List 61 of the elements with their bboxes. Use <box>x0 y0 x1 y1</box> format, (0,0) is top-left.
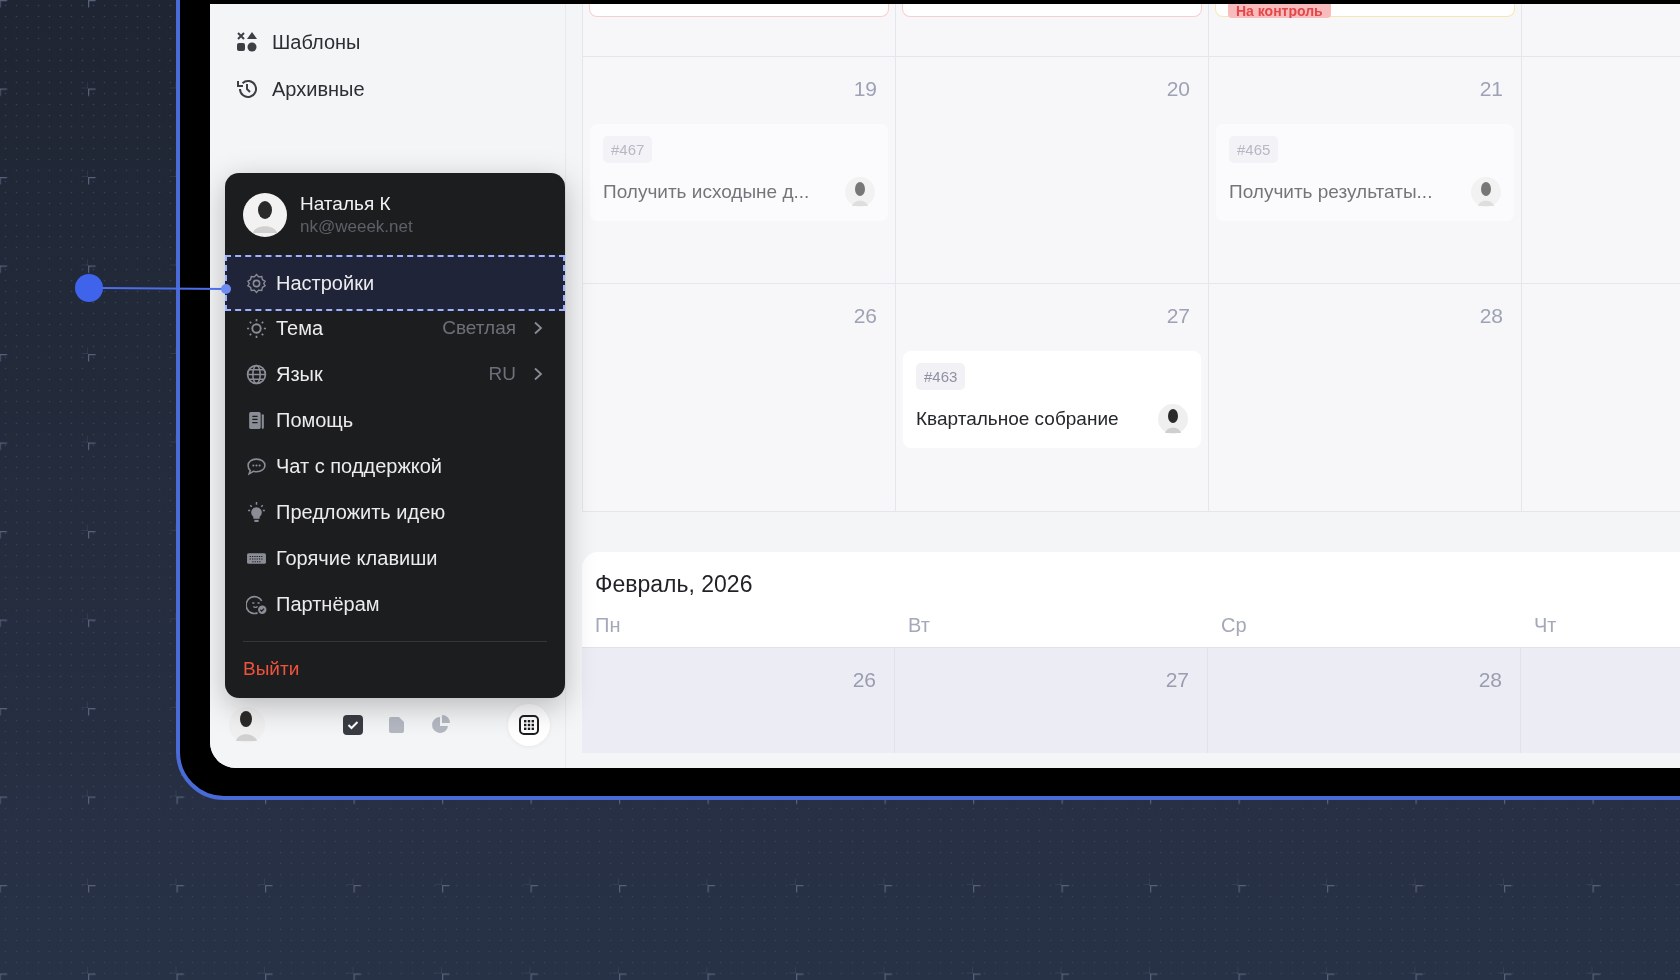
sidebar-item[interactable]: Архивные <box>236 73 565 105</box>
pie-chart-icon[interactable] <box>431 715 451 735</box>
day-number: 28 <box>1478 668 1502 691</box>
tasks-icon[interactable] <box>343 715 363 735</box>
day-number: 20 <box>1165 76 1191 102</box>
shapes-icon <box>236 31 258 53</box>
menu-item[interactable]: Язык RU <box>225 351 565 397</box>
menu-item[interactable]: Партнёрам <box>225 581 565 627</box>
partner-icon <box>246 593 267 615</box>
status-badge: На контроль <box>1228 4 1331 18</box>
task-card[interactable]: #465 Получить результаты... <box>1216 124 1514 221</box>
weekday-label: Ср <box>1221 614 1248 637</box>
task-number: #465 <box>1229 136 1279 163</box>
task-title: Получить результаты... <box>1229 181 1434 203</box>
avatar-icon <box>243 193 287 237</box>
day-number: 19 <box>852 76 878 102</box>
menu-item[interactable]: Предложить идею <box>225 489 565 535</box>
sun-icon <box>246 317 267 339</box>
menu-item-value: Светлая <box>442 317 516 339</box>
weekday-label: Чт <box>1534 614 1558 637</box>
task-number: #467 <box>603 136 653 163</box>
logout-item[interactable]: Выйти <box>225 654 565 690</box>
task-card[interactable]: #467 Получить исходыне д... <box>590 124 888 221</box>
menu-item[interactable]: Помощь <box>225 397 565 443</box>
task-card[interactable]: #463 Квартальное собрание <box>903 351 1201 448</box>
day-number: 26 <box>852 303 878 329</box>
chevron-right-icon <box>533 367 543 381</box>
menu-item[interactable]: Горячие клавиши <box>225 535 565 581</box>
sidebar-item[interactable]: Шаблоны <box>236 26 565 58</box>
chevron-right-icon <box>533 321 543 335</box>
user-email: nk@weeek.net <box>300 217 413 237</box>
menu-item[interactable]: Настройки <box>225 255 565 311</box>
history-icon <box>236 78 258 100</box>
grid-icon <box>519 715 539 735</box>
globe-icon <box>246 363 267 385</box>
apps-button[interactable] <box>508 704 550 746</box>
day-number: 28 <box>1478 303 1504 329</box>
task-title: Квартальное собрание <box>916 408 1120 430</box>
day-number: 27 <box>1165 668 1189 691</box>
file-icon[interactable] <box>387 715 407 735</box>
lightbulb-icon <box>246 501 267 523</box>
day-number: 27 <box>1165 303 1191 329</box>
avatar-icon <box>1471 177 1501 207</box>
weekday-label: Пн <box>595 614 622 637</box>
document-icon <box>246 409 267 431</box>
avatar-icon[interactable] <box>229 707 265 743</box>
month-title: Февраль, 2026 <box>594 570 754 599</box>
task-card[interactable] <box>902 4 1202 17</box>
task-number: #463 <box>916 363 966 390</box>
weekday-label: Вт <box>908 614 931 637</box>
day-number: 26 <box>852 668 876 691</box>
settings-icon <box>246 272 267 294</box>
avatar-icon <box>1158 404 1188 434</box>
avatar-icon <box>845 177 875 207</box>
task-card[interactable] <box>589 4 889 17</box>
task-title: Получить исходыне д... <box>603 181 811 203</box>
chat-icon <box>246 455 267 477</box>
menu-item-value: RU <box>488 363 516 385</box>
day-number: 21 <box>1478 76 1504 102</box>
menu-item[interactable]: Чат с поддержкой <box>225 443 565 489</box>
user-name: Наталья К <box>300 193 392 215</box>
